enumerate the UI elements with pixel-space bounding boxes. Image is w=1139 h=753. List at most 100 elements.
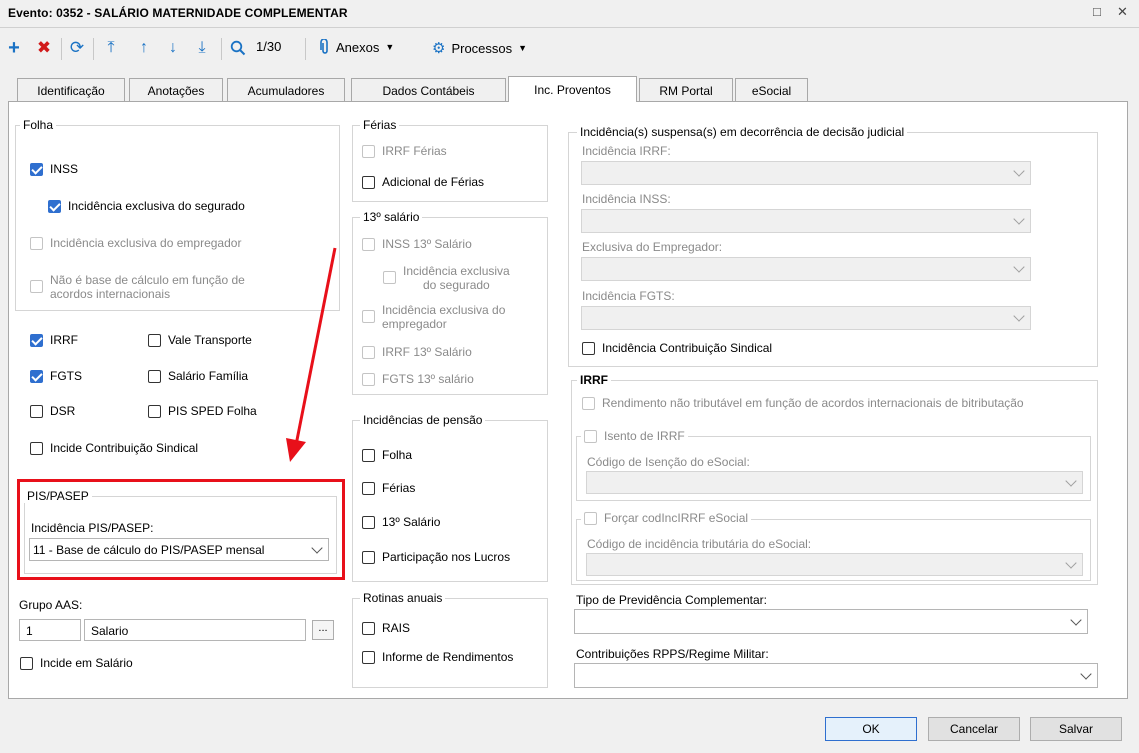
- restore-window-icon[interactable]: □: [1093, 4, 1101, 19]
- first-icon[interactable]: ⤒: [101, 37, 121, 59]
- decimo-exclusiva-segurado-checkbox[interactable]: Incidência exclusiva do segurado: [383, 264, 510, 292]
- irrf-ferias-checkbox[interactable]: IRRF Férias: [362, 144, 447, 158]
- inss-exclusiva-empregador-checkbox[interactable]: Incidência exclusiva do empregador: [30, 236, 241, 250]
- close-window-icon[interactable]: ✕: [1117, 4, 1128, 20]
- incide-salario-label: Incide em Salário: [40, 656, 133, 670]
- toolbar-separator: [221, 38, 222, 60]
- inss-checkbox[interactable]: INSS: [30, 162, 78, 176]
- next-icon[interactable]: ↓: [163, 37, 183, 59]
- nao-base-calculo-checkbox[interactable]: Não é base de cálculo em função de acordo…: [30, 273, 245, 301]
- chevron-down-icon: [1080, 668, 1092, 680]
- ferias-title: Férias: [360, 118, 400, 132]
- suspensa-contribuicao-sindical-checkbox[interactable]: Incidência Contribuição Sindical: [582, 341, 772, 355]
- refresh-icon[interactable]: ⟳: [66, 37, 88, 59]
- rais-label: RAIS: [382, 621, 411, 635]
- grupo-aas-code-input[interactable]: 1: [19, 619, 81, 641]
- cancelar-button[interactable]: Cancelar: [928, 717, 1020, 741]
- grupo-aas-browse-button[interactable]: ...: [312, 620, 334, 640]
- rpps-label: Contribuições RPPS/Regime Militar:: [576, 647, 769, 661]
- pensao-folha-label: Folha: [382, 448, 413, 462]
- nao-base-label-line1: Não é base de cálculo em função de: [50, 273, 245, 287]
- anexos-menu[interactable]: Anexos ▼: [320, 39, 394, 55]
- suspensa-fgts-select[interactable]: [581, 306, 1031, 330]
- irrf-group-title: IRRF: [577, 373, 611, 387]
- attachment-icon: [320, 39, 328, 54]
- checkbox-icon: [584, 512, 597, 525]
- inss-13-checkbox[interactable]: INSS 13º Salário: [362, 237, 472, 251]
- previdencia-select[interactable]: [574, 609, 1088, 634]
- checkbox-icon: [148, 370, 161, 383]
- delete-icon[interactable]: ✖: [34, 37, 54, 59]
- adicional-ferias-checkbox[interactable]: Adicional de Férias: [362, 175, 484, 189]
- suspensa-inss-select[interactable]: [581, 209, 1031, 233]
- forcar-cod-checkbox[interactable]: Forçar codIncIRRF eSocial: [581, 511, 752, 525]
- suspensa-irrf-select[interactable]: [581, 161, 1031, 185]
- tab-dados-contabeis[interactable]: Dados Contábeis: [351, 78, 506, 101]
- irrf-13-checkbox[interactable]: IRRF 13º Salário: [362, 345, 472, 359]
- tab-rm-portal[interactable]: RM Portal: [639, 78, 733, 101]
- participacao-lucros-checkbox[interactable]: Participação nos Lucros: [362, 550, 510, 564]
- checkbox-icon: [362, 482, 375, 495]
- chevron-down-icon: [1013, 213, 1025, 225]
- suspensa-contribuicao-sindical-label: Incidência Contribuição Sindical: [602, 341, 773, 355]
- dsr-checkbox[interactable]: DSR: [30, 404, 75, 418]
- plus-icon[interactable]: +: [4, 37, 24, 59]
- irrf-13-label: IRRF 13º Salário: [382, 345, 472, 359]
- page-counter: 1/30: [256, 39, 282, 54]
- pis-sped-folha-label: PIS SPED Folha: [168, 404, 257, 418]
- suspensa-irrf-label: Incidência IRRF:: [582, 144, 671, 158]
- fgts-checkbox[interactable]: FGTS: [30, 369, 82, 383]
- pensao-folha-checkbox[interactable]: Folha: [362, 448, 412, 462]
- informe-rendimentos-checkbox[interactable]: Informe de Rendimentos: [362, 650, 513, 664]
- inss-exclusiva-segurado-checkbox[interactable]: Incidência exclusiva do segurado: [48, 199, 245, 213]
- chevron-down-icon: [1013, 165, 1025, 177]
- checkbox-icon: [362, 551, 375, 564]
- grupo-aas-code-value: 1: [26, 624, 33, 638]
- folha-title: Folha: [20, 118, 57, 132]
- vale-transporte-checkbox[interactable]: Vale Transporte: [148, 333, 252, 347]
- rendimento-nao-tributavel-checkbox[interactable]: Rendimento não tributável em função de a…: [582, 396, 1024, 410]
- checkbox-icon: [383, 271, 396, 284]
- isento-irrf-label: Isento de IRRF: [604, 429, 685, 443]
- previous-icon[interactable]: ↑: [134, 37, 154, 59]
- suspensa-exclusiva-empregador-select[interactable]: [581, 257, 1031, 281]
- window-title: Evento: 0352 - SALÁRIO MATERNIDADE COMPL…: [8, 6, 348, 20]
- chevron-down-icon: ▼: [518, 43, 528, 53]
- salario-familia-checkbox[interactable]: Salário Família: [148, 369, 248, 383]
- checkbox-icon: [148, 405, 161, 418]
- rpps-select[interactable]: [574, 663, 1098, 688]
- fgts-13-checkbox[interactable]: FGTS 13º salário: [362, 372, 474, 386]
- pensao-ferias-checkbox[interactable]: Férias: [362, 481, 415, 495]
- chevron-down-icon: [1013, 310, 1025, 322]
- irrf-checkbox[interactable]: IRRF: [30, 333, 78, 347]
- decimo-exclusiva-empregador-line1: Incidência exclusiva do: [382, 303, 506, 317]
- processos-menu[interactable]: ⚙ Processos ▼: [432, 39, 527, 57]
- incide-contribuicao-sindical-checkbox[interactable]: Incide Contribuição Sindical: [30, 441, 198, 455]
- codigo-isencao-select[interactable]: [586, 471, 1083, 494]
- search-icon[interactable]: [228, 37, 248, 59]
- checkbox-checked-icon: [48, 200, 61, 213]
- grupo-aas-name-input[interactable]: Salario: [84, 619, 306, 641]
- pensao-13-checkbox[interactable]: 13º Salário: [362, 515, 440, 529]
- tab-anotacoes[interactable]: Anotações: [129, 78, 223, 101]
- tab-identificacao[interactable]: Identificação: [17, 78, 125, 101]
- ok-button[interactable]: OK: [825, 717, 917, 741]
- tab-acumuladores[interactable]: Acumuladores: [227, 78, 345, 101]
- pis-sped-folha-checkbox[interactable]: PIS SPED Folha: [148, 404, 257, 418]
- isento-irrf-checkbox[interactable]: Isento de IRRF: [581, 429, 688, 443]
- toolbar-separator: [93, 38, 94, 60]
- chevron-down-icon: ▼: [385, 42, 395, 52]
- incide-salario-checkbox[interactable]: Incide em Salário: [20, 656, 133, 670]
- codigo-incidencia-select[interactable]: [586, 553, 1083, 576]
- tab-inc-proventos[interactable]: Inc. Proventos: [508, 76, 637, 102]
- last-icon[interactable]: ⤓: [192, 37, 212, 59]
- tab-esocial[interactable]: eSocial: [735, 78, 808, 101]
- rais-checkbox[interactable]: RAIS: [362, 621, 410, 635]
- checkbox-icon: [20, 657, 33, 670]
- decimo-exclusiva-empregador-checkbox[interactable]: Incidência exclusiva do empregador: [362, 303, 505, 331]
- chevron-down-icon: [1013, 261, 1025, 273]
- irrf-label: IRRF: [50, 333, 78, 347]
- salvar-button[interactable]: Salvar: [1030, 717, 1122, 741]
- rotinas-group: [352, 598, 548, 688]
- checkbox-checked-icon: [30, 163, 43, 176]
